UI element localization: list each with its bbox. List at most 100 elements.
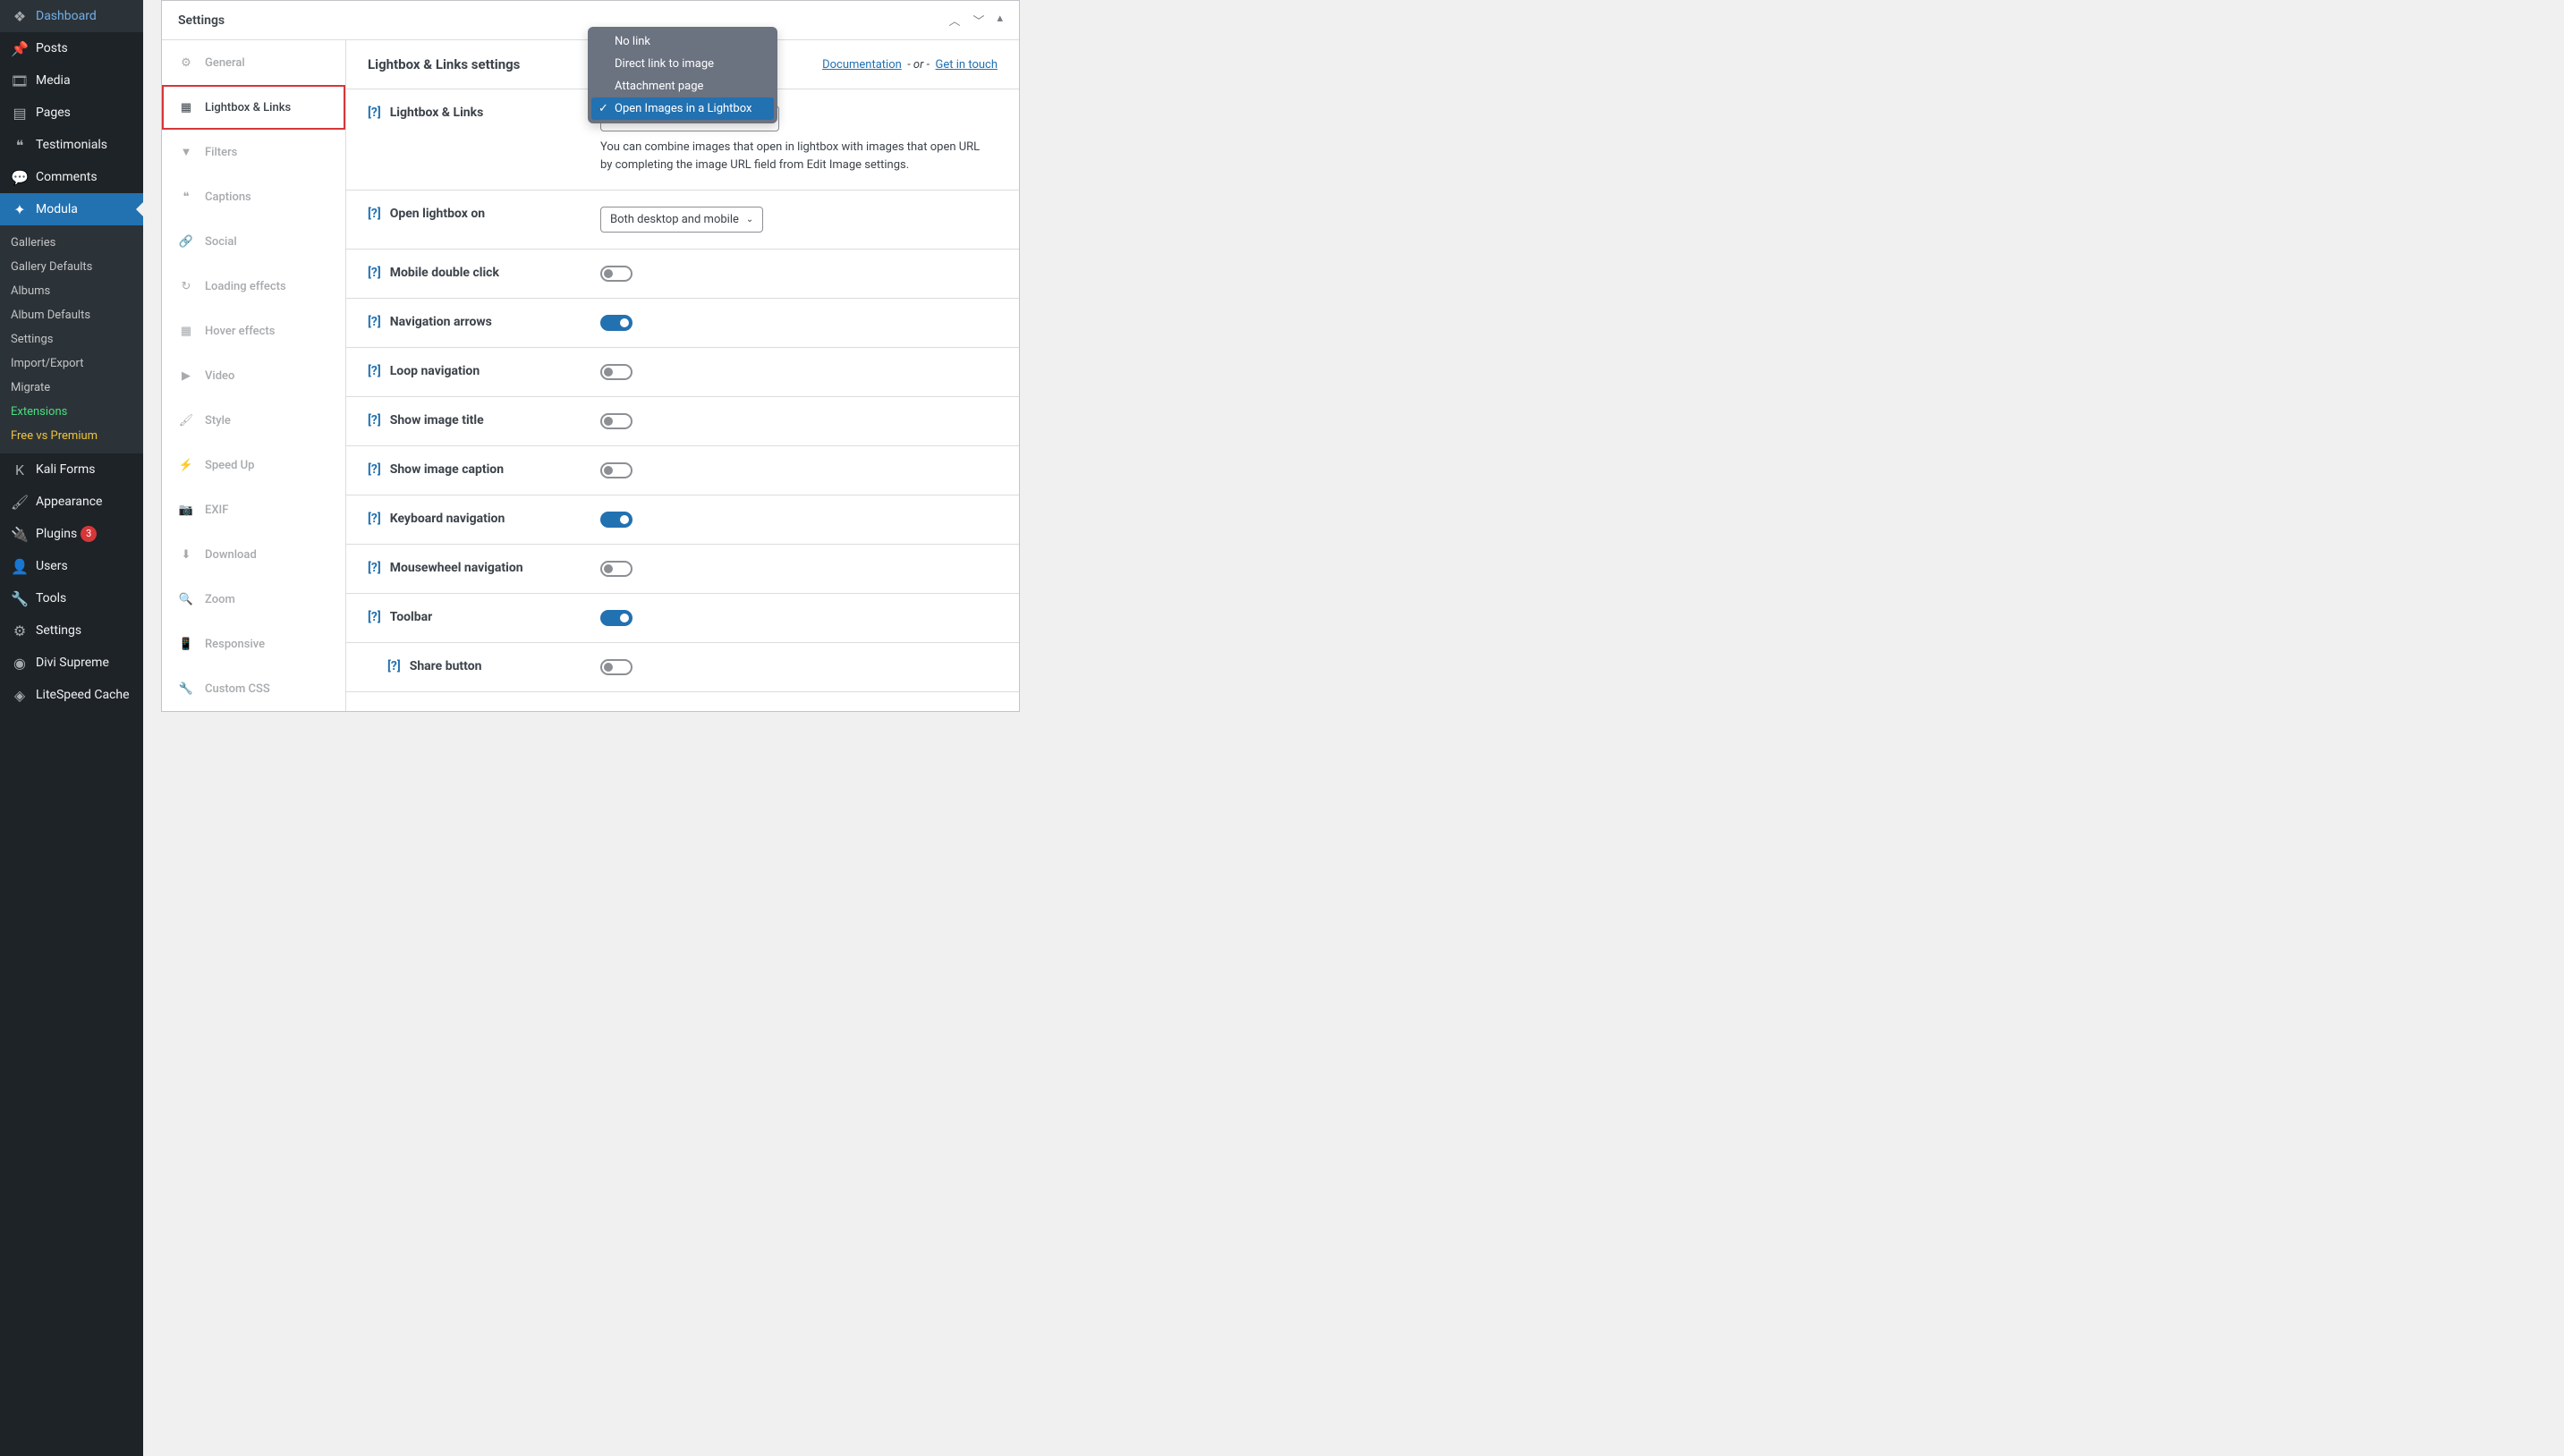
submenu-album-defaults[interactable]: Album Defaults bbox=[0, 303, 143, 327]
menu-pages[interactable]: ▤Pages bbox=[0, 97, 143, 129]
menu-posts[interactable]: 📌Posts bbox=[0, 32, 143, 64]
setting-open-on: [?] Open lightbox on Both desktop and mo… bbox=[346, 190, 1019, 250]
tab-responsive[interactable]: 📱Responsive bbox=[162, 622, 345, 666]
help-icon[interactable]: [?] bbox=[368, 610, 381, 624]
help-icon[interactable]: [?] bbox=[368, 315, 381, 329]
modula-submenu: GalleriesGallery DefaultsAlbumsAlbum Def… bbox=[0, 225, 143, 453]
setting-lightbox-links: [?] Lightbox & Links No linkDirect link … bbox=[346, 89, 1019, 190]
menu-tools[interactable]: 🔧Tools bbox=[0, 582, 143, 614]
toggle-toolbar[interactable] bbox=[600, 610, 633, 626]
menu-dashboard[interactable]: ❖Dashboard bbox=[0, 0, 143, 32]
menu-litespeed-cache[interactable]: ◈LiteSpeed Cache bbox=[0, 679, 143, 711]
submenu-settings[interactable]: Settings bbox=[0, 327, 143, 351]
help-icon[interactable]: [?] bbox=[368, 561, 381, 575]
help-icon[interactable]: [?] bbox=[368, 266, 381, 280]
label-share-button: Share button bbox=[410, 659, 482, 673]
submenu-free-vs-premium[interactable]: Free vs Premium bbox=[0, 424, 143, 448]
help-icon[interactable]: [?] bbox=[368, 207, 381, 221]
tab-zoom[interactable]: 🔍Zoom bbox=[162, 577, 345, 622]
modula-icon: ✦ bbox=[11, 200, 29, 218]
toggle-mobile-double-click[interactable] bbox=[600, 266, 633, 282]
tab-social[interactable]: 🔗Social bbox=[162, 219, 345, 264]
submenu-gallery-defaults[interactable]: Gallery Defaults bbox=[0, 255, 143, 279]
tab-style[interactable]: 🖌Style bbox=[162, 398, 345, 443]
toggle-show-image-caption[interactable] bbox=[600, 462, 633, 478]
dropdown-option[interactable]: Attachment page bbox=[591, 75, 774, 97]
pin-icon: 📌 bbox=[11, 39, 29, 57]
quote-icon: ❝ bbox=[11, 136, 29, 154]
tab-icon: ⚙ bbox=[178, 55, 194, 71]
tab-custom-css[interactable]: 🔧Custom CSS bbox=[162, 666, 345, 711]
tab-lightbox-links[interactable]: ▦Lightbox & Links bbox=[162, 85, 345, 130]
setting-show-image-caption: [?]Show image caption bbox=[346, 446, 1019, 495]
tab-video[interactable]: ▶Video bbox=[162, 353, 345, 398]
or-text: - or - bbox=[907, 58, 930, 72]
help-icon[interactable]: [?] bbox=[368, 512, 381, 526]
toggle-mousewheel-navigation[interactable] bbox=[600, 561, 633, 577]
tab-icon: ↻ bbox=[178, 278, 194, 294]
dropdown-option[interactable]: No link bbox=[591, 30, 774, 53]
setting-keyboard-navigation: [?]Keyboard navigation bbox=[346, 495, 1019, 545]
tab-speed-up[interactable]: ⚡Speed Up bbox=[162, 443, 345, 487]
menu-users[interactable]: 👤Users bbox=[0, 550, 143, 582]
help-icon[interactable]: [?] bbox=[368, 106, 381, 120]
menu-comments[interactable]: 💬Comments bbox=[0, 161, 143, 193]
menu-testimonials[interactable]: ❝Testimonials bbox=[0, 129, 143, 161]
admin-sidebar: ❖Dashboard📌Posts🎞Media▤Pages❝Testimonial… bbox=[0, 0, 143, 1456]
comment-icon: 💬 bbox=[11, 168, 29, 186]
menu-modula[interactable]: ✦Modula bbox=[0, 193, 143, 225]
submenu-migrate[interactable]: Migrate bbox=[0, 376, 143, 400]
menu-divi-supreme[interactable]: ◉Divi Supreme bbox=[0, 647, 143, 679]
menu-kali-forms[interactable]: KKali Forms bbox=[0, 453, 143, 486]
page-icon: ▤ bbox=[11, 104, 29, 122]
brush-icon: 🖌 bbox=[11, 493, 29, 511]
help-icon[interactable]: [?] bbox=[368, 462, 381, 477]
label-open-on: Open lightbox on bbox=[390, 207, 485, 221]
toggle-loop-navigation[interactable] bbox=[600, 364, 633, 380]
tab-exif[interactable]: 📷EXIF bbox=[162, 487, 345, 532]
dropdown-option[interactable]: Direct link to image bbox=[591, 53, 774, 75]
tab-filters[interactable]: ▼Filters bbox=[162, 130, 345, 174]
lightbox-helper-text: You can combine images that open in ligh… bbox=[600, 139, 985, 174]
tab-icon: 🖌 bbox=[178, 412, 194, 428]
dropdown-option[interactable]: Open Images in a Lightbox bbox=[591, 97, 774, 120]
settings-title: Lightbox & Links settings bbox=[368, 56, 520, 72]
toggle-share-button[interactable] bbox=[600, 659, 633, 675]
help-icon[interactable]: [?] bbox=[368, 413, 381, 427]
submenu-albums[interactable]: Albums bbox=[0, 279, 143, 303]
tab-loading-effects[interactable]: ↻Loading effects bbox=[162, 264, 345, 309]
menu-settings[interactable]: ⚙Settings bbox=[0, 614, 143, 647]
panel-collapse-icon[interactable]: ▴ bbox=[997, 12, 1003, 29]
tab-icon: 🔍 bbox=[178, 591, 194, 607]
submenu-extensions[interactable]: Extensions bbox=[0, 400, 143, 424]
speed-icon: ❖ bbox=[11, 7, 29, 25]
submenu-import-export[interactable]: Import/Export bbox=[0, 351, 143, 376]
tab-icon: ⚡ bbox=[178, 457, 194, 473]
tab-captions[interactable]: ❝Captions bbox=[162, 174, 345, 219]
get-in-touch-link[interactable]: Get in touch bbox=[936, 58, 998, 72]
user-icon: 👤 bbox=[11, 557, 29, 575]
update-badge: 3 bbox=[81, 526, 97, 542]
tab-icon: 🔗 bbox=[178, 233, 194, 250]
open-on-select[interactable]: Both desktop and mobile ⌄ bbox=[600, 207, 763, 233]
toggle-show-image-title[interactable] bbox=[600, 413, 633, 429]
plug-icon: 🔌 bbox=[11, 525, 29, 543]
panel-down-icon[interactable]: ﹀ bbox=[972, 12, 984, 29]
help-icon[interactable]: [?] bbox=[368, 364, 381, 378]
setting-share-button: [?] Share button bbox=[346, 643, 1019, 692]
menu-media[interactable]: 🎞Media bbox=[0, 64, 143, 97]
setting-show-image-title: [?]Show image title bbox=[346, 397, 1019, 446]
panel-controls: ︿ ﹀ ▴ bbox=[948, 12, 1003, 29]
submenu-galleries[interactable]: Galleries bbox=[0, 231, 143, 255]
toggle-navigation-arrows[interactable] bbox=[600, 315, 633, 331]
tab-download[interactable]: ⬇Download bbox=[162, 532, 345, 577]
panel-up-icon[interactable]: ︿ bbox=[948, 12, 960, 29]
toggle-keyboard-navigation[interactable] bbox=[600, 512, 633, 528]
tab-general[interactable]: ⚙General bbox=[162, 40, 345, 85]
help-icon[interactable]: [?] bbox=[387, 659, 401, 673]
menu-appearance[interactable]: 🖌Appearance bbox=[0, 486, 143, 518]
settings-panel: Settings ︿ ﹀ ▴ ⚙General▦Lightbox & Links… bbox=[161, 0, 1020, 712]
menu-plugins[interactable]: 🔌Plugins3 bbox=[0, 518, 143, 550]
tab-hover-effects[interactable]: ▦Hover effects bbox=[162, 309, 345, 353]
documentation-link[interactable]: Documentation bbox=[822, 58, 902, 72]
